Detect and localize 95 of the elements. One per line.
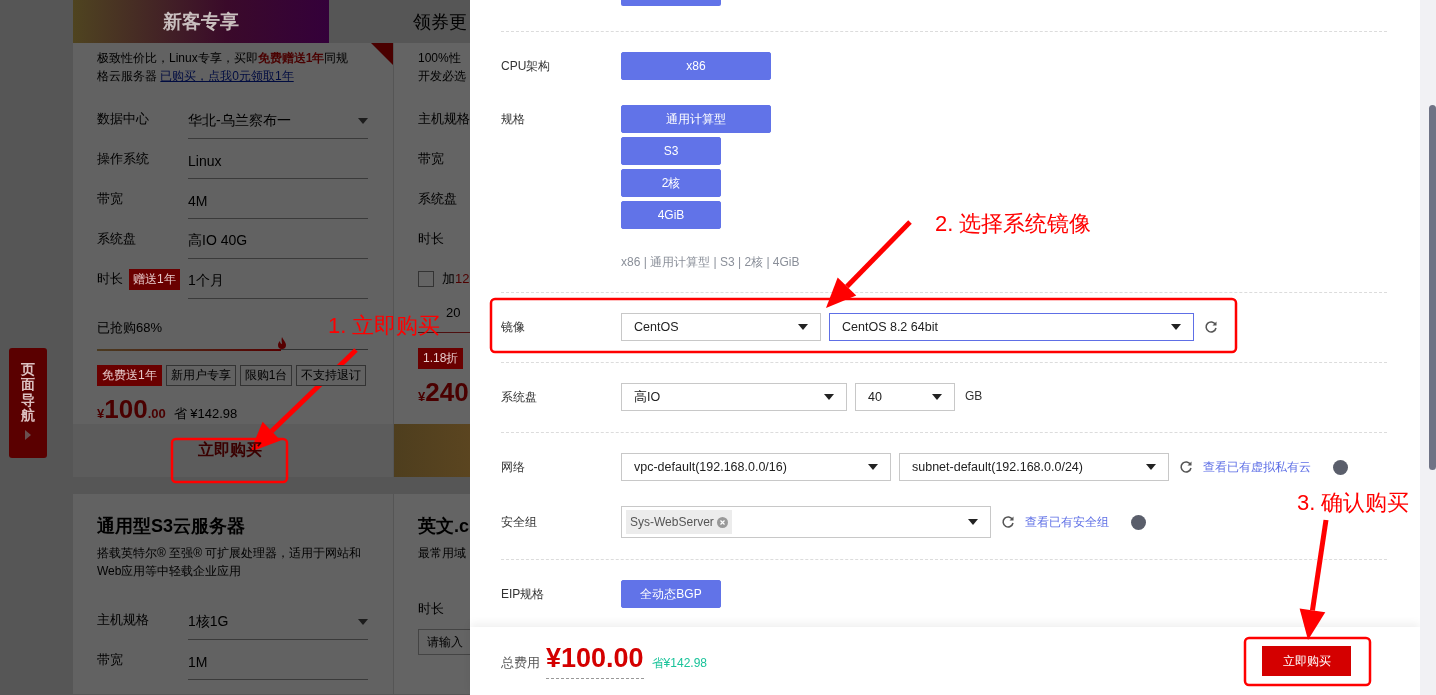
card-description: 搭载英特尔® 至强® 可扩展处理器，适用于网站和Web应用等中轻载企业应用 [97,545,363,580]
caret-icon [824,394,834,400]
tag: 限购1台 [239,365,293,386]
dropdown[interactable]: subnet-default(192.168.0.0/24) [899,453,1169,481]
field-label: 数据中心 [97,110,149,128]
flame-icon [277,337,288,349]
caret-icon [358,117,368,124]
promo-tab[interactable]: 新客专享 [73,0,329,43]
refresh-icon[interactable] [1179,460,1193,474]
option-button[interactable]: 全动态BGP [621,580,721,608]
checkbox[interactable] [418,271,434,287]
card-title: 英文.c [418,515,470,538]
field-label: 时长 [418,600,445,618]
total-price: ¥100.00 [546,643,644,679]
field-value: 1M [188,640,368,680]
gift-badge: 赠送1年 [129,268,180,290]
field-label: 系统盘 [97,230,136,248]
field-label: 时长 [418,230,445,248]
option-button[interactable]: x86 [621,52,771,80]
total-label: 总费用 [501,654,540,672]
saving-text: 省 ¥142.98 [173,405,238,423]
dropdown[interactable]: 高IO [621,383,847,411]
claim-link[interactable]: 已购买，点我0元领取1年 [160,69,294,83]
refresh-icon[interactable] [1204,320,1218,334]
link[interactable]: 查看已有虚拟私有云 [1203,458,1311,476]
row-label: CPU架构 [501,58,552,75]
card-description: 极致性价比，Linux专享，买即免费赠送1年同规格云服务器 已购买，点我0元领取1年 [97,50,350,85]
price: ¥100.00 [97,394,166,425]
selected-tag: Sys-WebServer [626,510,732,534]
field-label: 带宽 [97,190,123,208]
field-value: 1个月 [188,259,368,299]
close-icon[interactable] [716,516,728,528]
card-description: 开发必选 [418,68,467,85]
field-label: 主机规格 [418,110,471,128]
dropdown[interactable]: CentOS [621,313,821,341]
dropdown[interactable]: 1核1G [188,600,368,640]
field-label: 带宽 [97,651,123,669]
annotation-text: 3. 确认购买 [1297,492,1410,514]
tag: 免费送1年 [97,365,162,386]
field-label: 主机规格 [97,611,149,629]
option-button[interactable]: 通用计算型 [621,105,771,133]
card-description: 100%性 [418,50,462,67]
row-label: 镜像 [501,319,526,336]
tag: 1.18折 [418,348,464,369]
scrollbar-thumb[interactable] [1429,105,1436,470]
option-button[interactable]: 2核 [621,169,721,197]
help-icon[interactable] [1131,514,1146,530]
caret-icon [968,519,978,525]
caret-icon [932,394,942,400]
scrollbar[interactable] [1420,0,1436,695]
caret-icon [798,324,808,330]
dropdown[interactable]: 华北-乌兰察布一 [188,99,368,139]
tag: 不支持退订 [296,365,367,386]
tag: 新用户专享 [165,365,236,386]
checkbox-label: 加12 [442,270,470,288]
promo-tab[interactable]: 领券更 [413,0,467,43]
saving-text: 省¥142.98 [651,655,707,672]
field-label: 操作系统 [97,150,149,168]
annotation-text: 2. 选择系统镜像 [935,213,1092,235]
page-nav-tab[interactable]: 页面导航 [9,348,47,458]
unit-label: GB [965,389,983,403]
option-button[interactable]: S3 [621,137,721,165]
caret-icon [25,429,31,440]
buy-now-button[interactable]: 立即购买 [1262,646,1351,676]
row-label: EIP规格 [501,586,546,603]
dropdown[interactable]: vpc-default(192.168.0.0/16) [621,453,891,481]
spec-summary: x86 | 通用计算型 | S3 | 2核 | 4GiB [621,254,800,271]
progress-label: 20 [446,305,461,320]
row-label: 规格 [501,111,526,128]
field-value: 4M [188,179,368,219]
field-value: Linux [188,139,368,179]
caret-icon [1146,464,1156,470]
multi-select[interactable]: Sys-WebServer [621,506,991,538]
dropdown[interactable]: CentOS 8.2 64bit [829,313,1194,341]
caret-icon [358,618,368,625]
dropdown[interactable]: 40 [855,383,955,411]
card-title: 通用型S3云服务器 [97,515,247,538]
field-value: 高IO 40G [188,219,368,259]
option-button[interactable]: 4GiB [621,201,721,229]
link[interactable]: 查看已有安全组 [1025,513,1109,531]
row-label: 网络 [501,459,526,476]
card-description: 最常用域 [418,545,467,562]
input-field[interactable]: 请输入 [418,629,470,655]
caret-icon [1171,324,1181,330]
row-label: 系统盘 [501,389,538,406]
field-label: 时长 [97,270,123,288]
help-icon[interactable] [1333,459,1348,475]
progress-label: 已抢购68% [97,319,163,337]
row-label: 安全组 [501,514,538,531]
caret-icon [868,464,878,470]
refresh-icon[interactable] [1001,515,1015,529]
field-label: 带宽 [418,150,445,168]
annotation-text: 1. 立即购买 [328,315,441,337]
price: ¥240 [418,377,469,408]
field-label: 系统盘 [418,190,458,208]
